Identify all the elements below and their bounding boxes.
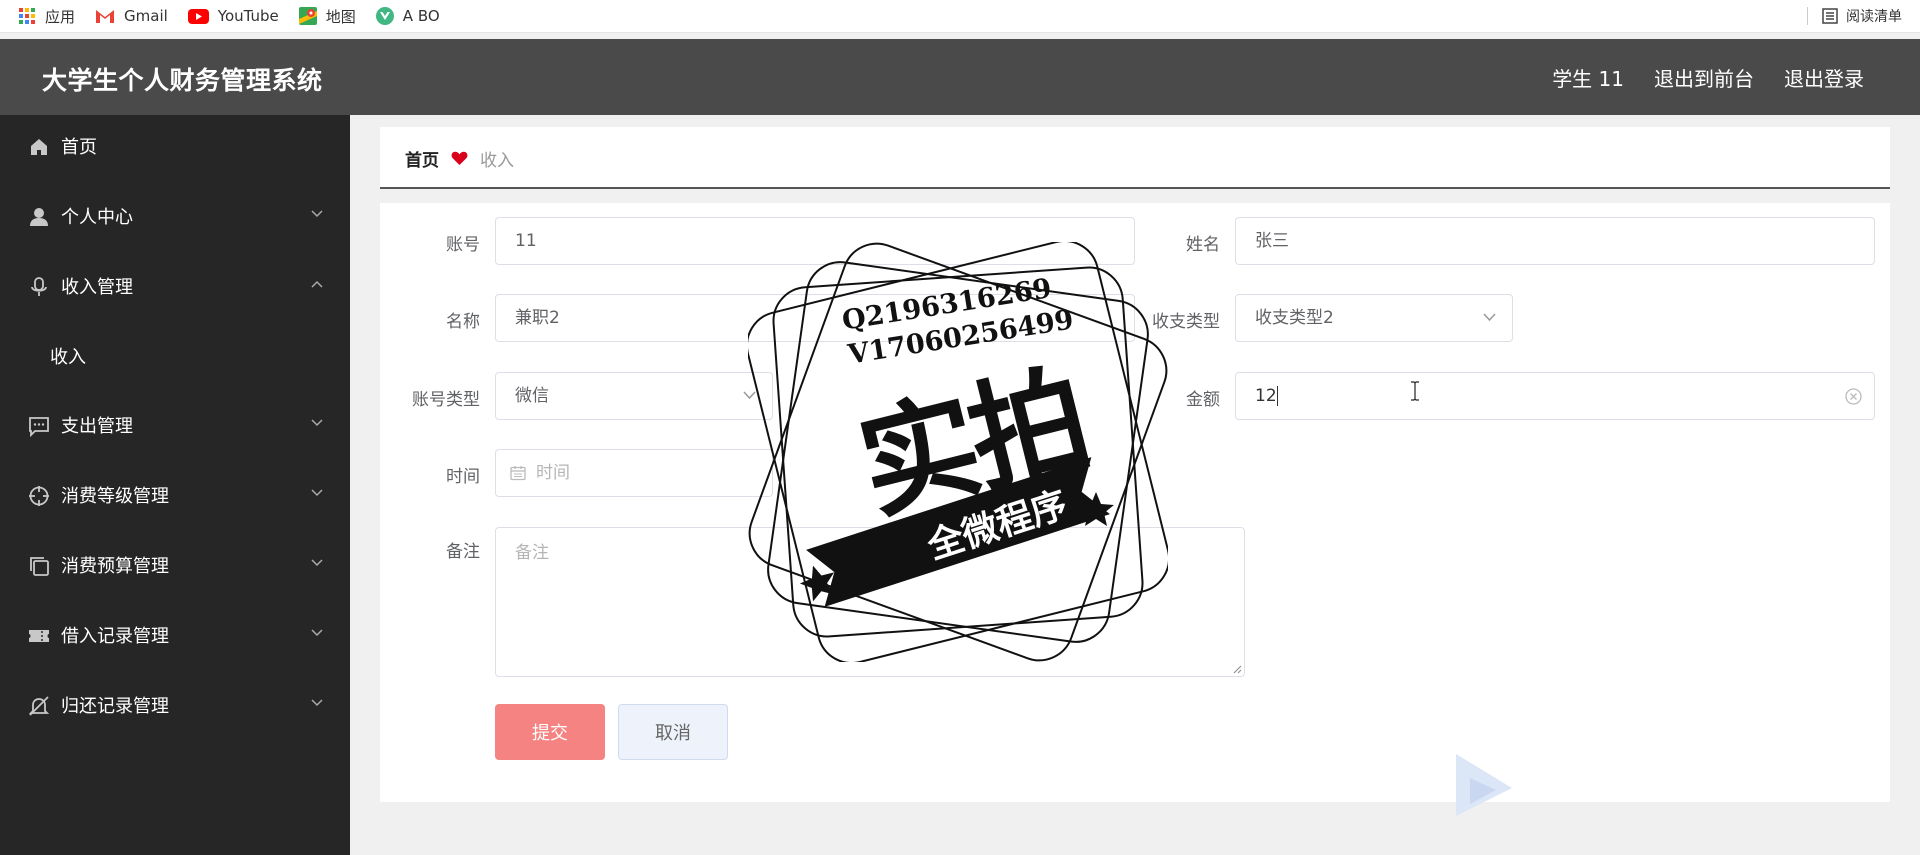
- chat-icon: [29, 417, 49, 437]
- name-label: 姓名: [1186, 235, 1220, 255]
- gmail-icon: [96, 10, 115, 23]
- bookmark-apps[interactable]: 应用: [18, 0, 75, 32]
- sidebar-item-label: 个人中心: [61, 207, 133, 228]
- breadcrumb: 首页 收入: [405, 146, 514, 171]
- type-label: 收支类型: [1152, 312, 1220, 332]
- vue-logo-icon: [375, 7, 394, 25]
- chevron-down-icon: [311, 419, 323, 427]
- microphone-icon: [31, 277, 47, 296]
- app-title: 大学生个人财务管理系统: [42, 66, 323, 95]
- chevron-up-icon: [311, 280, 323, 288]
- sidebar-item-income-management[interactable]: 收入管理: [0, 258, 350, 314]
- current-user: 学生 11: [1552, 67, 1624, 91]
- mouse-ibeam-cursor: [1411, 381, 1419, 401]
- account-type-select[interactable]: 微信: [495, 372, 773, 420]
- header-links: 学生 11 退出到前台 退出登录: [1522, 63, 1864, 92]
- time-label: 时间: [446, 467, 480, 487]
- sidebar-item-return-records[interactable]: 归还记录管理: [0, 677, 350, 733]
- title-input[interactable]: 兼职2: [495, 294, 1135, 342]
- sidebar-item-label: 首页: [61, 137, 97, 158]
- sidebar-item-label: 支出管理: [61, 416, 133, 437]
- account-label: 账号: [446, 235, 480, 255]
- bookmark-youtube[interactable]: YouTube: [187, 0, 279, 32]
- sidebar-item-consumption-level[interactable]: 消费等级管理: [0, 467, 350, 523]
- type-select-value: 收支类型2: [1255, 308, 1334, 328]
- account-type-select-value: 微信: [515, 386, 549, 406]
- resize-handle-icon[interactable]: [1232, 664, 1242, 674]
- calendar-icon: [510, 466, 526, 481]
- bell-off-icon: [28, 696, 50, 716]
- sidebar-subitem-income[interactable]: 收入: [50, 343, 86, 369]
- amount-label: 金额: [1186, 390, 1220, 410]
- reading-list-label: 阅读清单: [1846, 9, 1902, 25]
- type-select[interactable]: 收支类型2: [1235, 294, 1513, 342]
- remark-label: 备注: [446, 542, 480, 562]
- app-header: 大学生个人财务管理系统 学生 11 退出到前台 退出登录: [0, 39, 1920, 115]
- bookmarks-bar: 应用 Gmail YouTube 地图 A BO 阅读清单: [0, 0, 1920, 33]
- sidebar-item-label: 消费预算管理: [61, 556, 169, 577]
- account-input[interactable]: 11: [495, 217, 1135, 265]
- sidebar-item-personal-center[interactable]: 个人中心: [0, 188, 350, 244]
- sidebar-item-home[interactable]: 首页: [0, 118, 350, 174]
- watermark-logo-icon: [1456, 754, 1512, 816]
- sidebar: 首页 个人中心 收入管理 收入 支出管理 消费等级管理 消费预算管理 借入记录管…: [0, 115, 350, 855]
- chevron-down-icon: [311, 629, 323, 637]
- account-type-label: 账号类型: [412, 390, 480, 410]
- target-icon: [29, 486, 49, 506]
- chevron-down-icon: [311, 489, 323, 497]
- copy-icon: [30, 557, 49, 576]
- bookmark-label: 应用: [45, 7, 76, 26]
- chevron-down-icon: [311, 210, 323, 218]
- logout-link[interactable]: 退出登录: [1784, 63, 1864, 92]
- heart-icon: [451, 151, 468, 165]
- youtube-icon: [187, 8, 209, 24]
- bookmark-label: 地图: [325, 7, 356, 26]
- exit-to-front-link[interactable]: 退出到前台: [1654, 63, 1754, 92]
- reading-list-icon: [1822, 8, 1838, 24]
- cancel-button[interactable]: 取消: [618, 704, 728, 760]
- home-icon: [31, 139, 47, 155]
- remark-placeholder: 备注: [515, 543, 549, 563]
- name-input[interactable]: 张三: [1235, 217, 1875, 265]
- time-picker[interactable]: 时间: [495, 449, 773, 497]
- sidebar-item-expense-management[interactable]: 支出管理: [0, 397, 350, 453]
- ticket-icon: [29, 630, 49, 642]
- remark-textarea[interactable]: 备注: [495, 527, 1245, 677]
- chevron-down-icon: [311, 559, 323, 567]
- income-form: 账号 11 姓名 张三 名称 兼职2 收支类型 收支类型2 账号类型 微信 金额…: [380, 203, 1890, 802]
- title-label: 名称: [446, 312, 480, 332]
- bookmark-label: YouTube: [217, 7, 279, 25]
- sidebar-item-label: 借入记录管理: [61, 626, 169, 647]
- bookmark-maps[interactable]: 地图: [298, 0, 356, 32]
- breadcrumb-card: 首页 收入: [380, 127, 1890, 189]
- sidebar-item-label: 收入管理: [61, 277, 133, 298]
- maps-icon: [298, 7, 317, 25]
- breadcrumb-current: 收入: [480, 151, 514, 171]
- chevron-down-icon: [311, 699, 323, 707]
- time-placeholder: 时间: [536, 463, 570, 483]
- submit-button[interactable]: 提交: [495, 704, 605, 760]
- amount-input[interactable]: 12: [1235, 372, 1875, 420]
- chevron-down-icon: [1483, 313, 1496, 322]
- bookmark-gmail[interactable]: Gmail: [95, 0, 168, 32]
- clear-icon[interactable]: [1845, 388, 1862, 405]
- divider: [1807, 7, 1808, 25]
- bookmark-label: A BO: [402, 7, 440, 25]
- sidebar-item-budget-management[interactable]: 消费预算管理: [0, 537, 350, 593]
- chevron-down-icon: [743, 391, 756, 400]
- amount-input-value: 12: [1255, 386, 1277, 406]
- bookmark-abo[interactable]: A BO: [375, 0, 440, 32]
- breadcrumb-home[interactable]: 首页: [405, 146, 439, 171]
- apps-grid-icon: [19, 8, 35, 24]
- user-icon: [30, 208, 48, 226]
- reading-list[interactable]: 阅读清单: [1807, 0, 1902, 32]
- sidebar-item-label: 消费等级管理: [61, 486, 169, 507]
- sidebar-item-label: 归还记录管理: [61, 696, 169, 717]
- text-cursor: [1276, 386, 1278, 406]
- sidebar-item-borrow-records[interactable]: 借入记录管理: [0, 607, 350, 663]
- bookmark-label: Gmail: [124, 7, 168, 25]
